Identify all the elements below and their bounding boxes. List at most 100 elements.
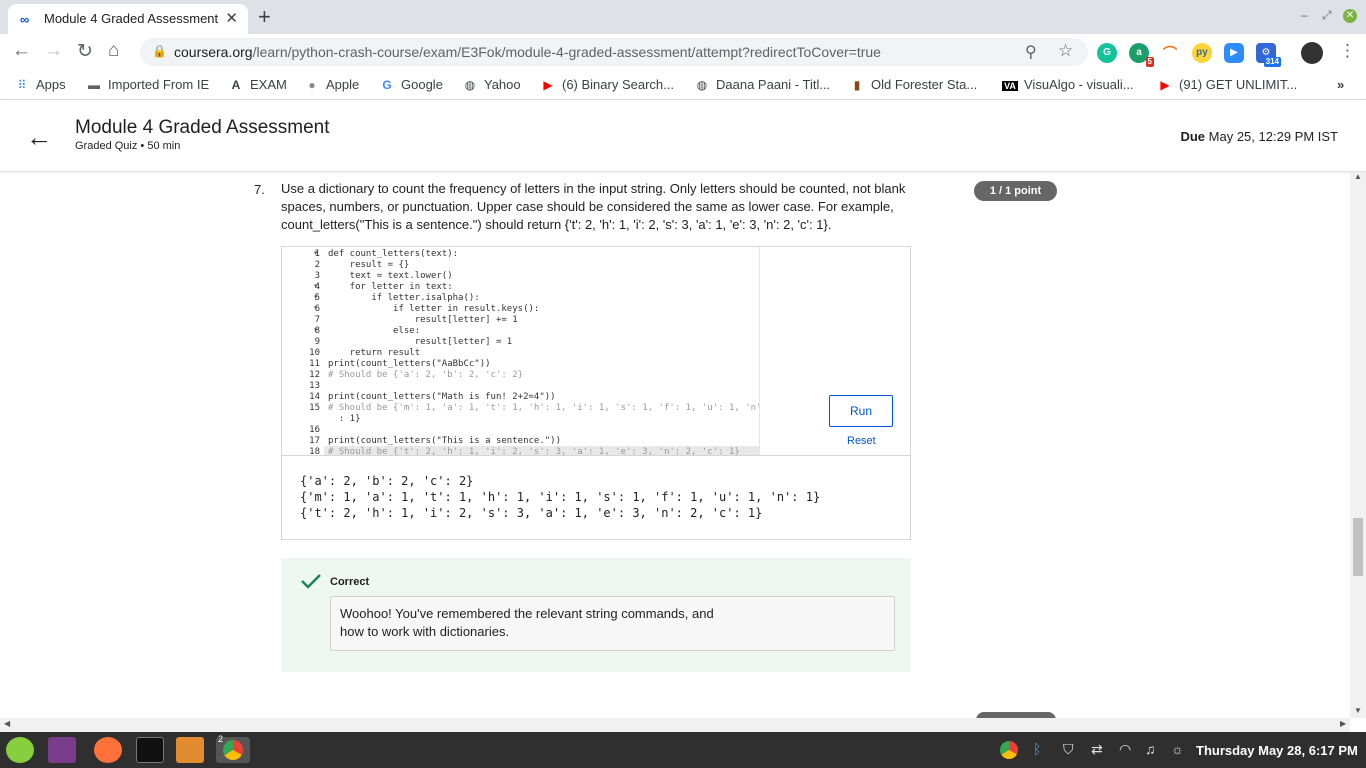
rainbow-extension-icon[interactable]: ⌒: [1160, 43, 1180, 63]
run-button[interactable]: Run: [829, 395, 893, 427]
scroll-right-icon[interactable]: ▶: [1340, 719, 1346, 728]
chrome-taskbar-icon[interactable]: 2: [216, 734, 250, 763]
bookmark-apple[interactable]: ● Apple: [304, 77, 359, 92]
line-number: 11: [309, 359, 320, 369]
line-number: 10: [309, 348, 320, 358]
chrome-tray-icon[interactable]: [1000, 741, 1018, 759]
bookmark-apps[interactable]: ⠿ Apps: [14, 77, 66, 92]
files-icon[interactable]: [176, 737, 204, 763]
tab-close-icon[interactable]: ✕: [225, 9, 238, 27]
a-logo-icon: A: [231, 78, 241, 92]
code-editor: 1 ▾ 2 3 4 ▾ 5 ▾ 6 ▾ 7 8 ▾ 9 10 11 12 13 14 15 16 17 18 def cou…: [281, 246, 911, 540]
line-number: 13: [309, 381, 320, 391]
forward-icon[interactable]: →: [44, 40, 63, 62]
output-line: {'m': 1, 'a': 1, 't': 1, 'h': 1, 'i': 1,…: [300, 490, 821, 504]
clock[interactable]: Thursday May 28, 6:17 PM: [1196, 743, 1358, 758]
fold-arrow-icon[interactable]: ▾: [314, 249, 318, 257]
feedback-status: Correct: [330, 576, 370, 588]
code-line: return result: [328, 348, 421, 358]
code-line: def count_letters(text):: [328, 249, 459, 259]
scroll-left-icon[interactable]: ◀: [4, 719, 10, 728]
shield-icon[interactable]: ⛉: [1063, 741, 1074, 758]
brightness-icon[interactable]: ☼: [1171, 741, 1184, 757]
fold-arrow-icon[interactable]: ▾: [314, 282, 318, 290]
home-icon[interactable]: ⌂: [108, 40, 119, 62]
terminal-icon[interactable]: [136, 737, 164, 763]
code-input-area[interactable]: 1 ▾ 2 3 4 ▾ 5 ▾ 6 ▾ 7 8 ▾ 9 10 11 12 13 14 15 16 17 18 def cou…: [282, 247, 760, 455]
profile-avatar[interactable]: [1301, 42, 1323, 64]
bookmark-yahoo[interactable]: ◍ Yahoo: [462, 77, 521, 92]
bookmark-old-forester[interactable]: ▮ Old Forester Sta...: [849, 77, 978, 92]
page-header: ← Module 4 Graded Assessment Graded Quiz…: [0, 100, 1366, 172]
firefox-icon[interactable]: [94, 737, 122, 763]
network-icon[interactable]: ⇄: [1091, 741, 1103, 758]
line-number-gutter: 1 ▾ 2 3 4 ▾ 5 ▾ 6 ▾ 7 8 ▾ 9 10 11 12 13 14 15 16 17 18: [282, 247, 324, 455]
vertical-scrollbar[interactable]: ▲ ▼: [1350, 172, 1366, 718]
zoom-icon[interactable]: ⚲: [1025, 42, 1037, 62]
code-line: if letter.isalpha():: [328, 293, 480, 303]
checkmark-icon: [301, 574, 321, 589]
url-text: coursera.org/learn/python-crash-course/e…: [174, 44, 881, 60]
scroll-up-icon[interactable]: ▲: [1354, 172, 1362, 181]
show-desktop-icon[interactable]: [48, 737, 76, 763]
new-tab-icon[interactable]: +: [258, 4, 271, 30]
wifi-icon[interactable]: ◠: [1119, 741, 1131, 758]
mint-menu-icon[interactable]: [6, 737, 34, 763]
fold-arrow-icon[interactable]: ▾: [314, 326, 318, 334]
code-line: # Should be {'t': 2, 'h': 1, 'i': 2, 's'…: [328, 447, 740, 455]
extension-badge-icon[interactable]: ⚙ 314: [1256, 43, 1281, 67]
question-number: 7.: [254, 182, 265, 197]
line-number: 7: [314, 315, 320, 325]
output-line: {'t': 2, 'h': 1, 'i': 2, 's': 3, 'a': 1,…: [300, 506, 763, 520]
back-arrow-icon[interactable]: ←: [26, 122, 52, 153]
visualgo-icon: VA: [1002, 81, 1018, 91]
bookmark-binary-search[interactable]: ▶ (6) Binary Search...: [540, 77, 674, 92]
globe-icon: ◍: [696, 78, 708, 92]
browser-tab-strip: ∞ Module 4 Graded Assessment ✕ + – ⤢ ✕: [0, 0, 1366, 34]
code-line: print(count_letters("Math is fun! 2+2=4"…: [328, 392, 556, 402]
due-value: May 25, 12:29 PM IST: [1208, 129, 1338, 144]
line-number: 2: [314, 260, 320, 270]
folder-icon: ▬: [88, 78, 100, 92]
fold-arrow-icon[interactable]: ▾: [314, 304, 318, 312]
scrollbar-thumb[interactable]: [1353, 518, 1363, 576]
bookmarks-overflow-icon[interactable]: »: [1337, 77, 1344, 92]
chrome-icon: [223, 740, 243, 760]
address-bar[interactable]: 🔒 coursera.org/learn/python-crash-course…: [140, 38, 1088, 66]
bookmark-visualgo[interactable]: VA VisuAlgo - visuali...: [1002, 77, 1134, 92]
reset-link[interactable]: Reset: [847, 435, 876, 447]
reload-icon[interactable]: ↻: [77, 40, 93, 63]
chrome-menu-icon[interactable]: ⋮: [1339, 41, 1356, 61]
browser-tab[interactable]: ∞ Module 4 Graded Assessment ✕: [8, 4, 248, 34]
code-line: if letter in result.keys():: [328, 304, 540, 314]
fold-arrow-icon[interactable]: ▾: [314, 293, 318, 301]
bookmark-imported-from-ie[interactable]: ▬ Imported From IE: [86, 77, 209, 92]
python-icon[interactable]: py: [1192, 43, 1212, 63]
bookmark-get-unlimited[interactable]: ▶ (91) GET UNLIMIT...: [1157, 77, 1297, 92]
code-line: result[letter] += 1: [328, 315, 518, 325]
zoom-meetings-icon[interactable]: ▶: [1224, 43, 1244, 63]
minimize-icon[interactable]: –: [1301, 8, 1308, 22]
google-icon: G: [382, 78, 392, 92]
line-number: 17: [309, 436, 320, 446]
line-number: 3: [314, 271, 320, 281]
scroll-down-icon[interactable]: ▼: [1354, 706, 1362, 715]
extension-a-icon[interactable]: a5: [1129, 43, 1154, 67]
due-label: Due: [1180, 129, 1206, 144]
bookmark-google[interactable]: G Google: [379, 77, 443, 92]
lock-icon[interactable]: 🔒: [152, 44, 167, 58]
bluetooth-icon[interactable]: ᛒ: [1033, 741, 1041, 757]
back-icon[interactable]: ←: [12, 40, 31, 62]
points-badge: 1 / 1 point: [974, 181, 1057, 201]
code-line: # Should be {'a': 2, 'b': 2, 'c': 2}: [328, 370, 524, 380]
bookmark-exam[interactable]: A EXAM: [228, 77, 287, 92]
code-line: : 1}: [328, 414, 361, 424]
code-line: result[letter] = 1: [328, 337, 513, 347]
bookmark-daana-paani[interactable]: ◍ Daana Paani - Titl...: [694, 77, 830, 92]
horizontal-scrollbar[interactable]: ◀ ▶: [0, 718, 1350, 732]
music-icon[interactable]: ♫: [1145, 741, 1156, 757]
bookmark-star-icon[interactable]: ☆: [1058, 41, 1073, 61]
grammarly-icon[interactable]: G: [1097, 43, 1117, 63]
restore-icon[interactable]: ⤢: [1322, 8, 1332, 23]
window-close-icon[interactable]: ✕: [1343, 9, 1357, 23]
